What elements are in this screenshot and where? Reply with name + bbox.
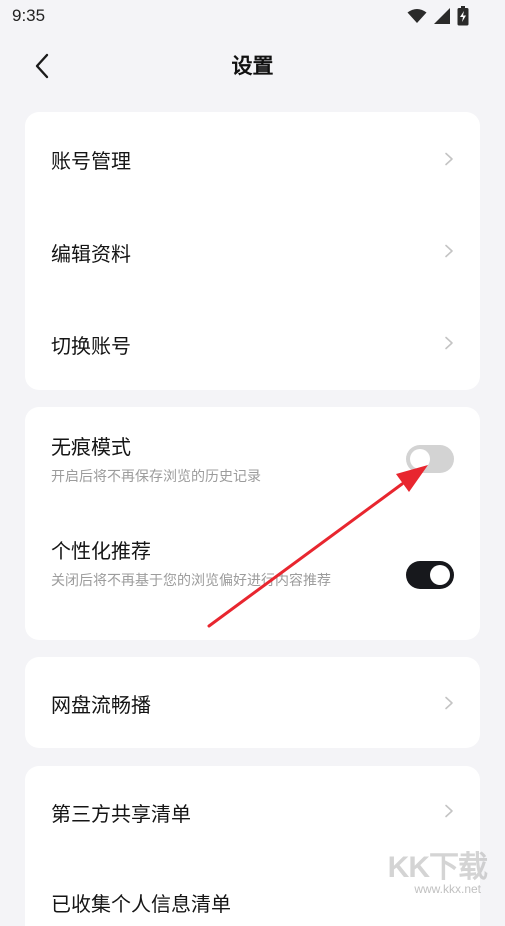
third-party-sharing-label: 第三方共享清单 <box>51 802 191 826</box>
battery-charging-icon <box>457 6 469 26</box>
watermark: KK下载 www.kkx.net <box>357 842 488 896</box>
watermark-logo: KK下载 <box>387 851 488 884</box>
account-management-label: 账号管理 <box>51 149 131 173</box>
chevron-right-icon <box>445 696 453 710</box>
incognito-mode-description: 开启后将不再保存浏览的历史记录 <box>51 469 261 485</box>
netdisk-smooth-play-row[interactable]: 网盘流畅播 <box>25 657 480 748</box>
personalized-recommendation-toggle[interactable] <box>406 561 454 589</box>
chevron-right-icon <box>445 244 453 258</box>
edit-profile-row[interactable]: 编辑资料 <box>25 206 480 298</box>
toggle-knob <box>430 565 450 585</box>
edit-profile-label: 编辑资料 <box>51 242 131 266</box>
personalized-recommendation-row: 个性化推荐 关闭后将不再基于您的浏览偏好进行内容推荐 <box>25 507 480 640</box>
personalized-recommendation-description: 关闭后将不再基于您的浏览偏好进行内容推荐 <box>51 573 331 589</box>
chevron-right-icon <box>445 152 453 166</box>
netdisk-smooth-play-label: 网盘流畅播 <box>51 693 151 717</box>
account-management-row[interactable]: 账号管理 <box>25 112 480 206</box>
incognito-mode-toggle[interactable] <box>406 445 454 473</box>
watermark-url: www.kkx.net <box>414 882 481 896</box>
switch-account-row[interactable]: 切换账号 <box>25 298 480 390</box>
chevron-right-icon <box>445 804 453 818</box>
navigation-bar: 设置 <box>0 34 505 98</box>
status-time: 9:35 <box>12 6 46 25</box>
page-title: 设置 <box>231 54 274 78</box>
status-bar: 9:35 <box>0 0 505 34</box>
account-section-card: 账号管理 编辑资料 切换账号 <box>25 112 480 390</box>
switch-account-label: 切换账号 <box>51 334 131 358</box>
chevron-right-icon <box>445 336 453 350</box>
collected-info-label: 已收集个人信息清单 <box>51 892 231 916</box>
status-icons <box>407 6 469 26</box>
toggle-knob <box>410 449 430 469</box>
personalized-recommendation-label: 个性化推荐 <box>51 539 151 563</box>
privacy-section-card: 无痕模式 开启后将不再保存浏览的历史记录 个性化推荐 关闭后将不再基于您的浏览偏… <box>25 407 480 640</box>
incognito-mode-row: 无痕模式 开启后将不再保存浏览的历史记录 <box>25 407 480 507</box>
netdisk-section-card: 网盘流畅播 <box>25 657 480 748</box>
signal-icon <box>434 8 450 24</box>
wifi-icon <box>407 9 427 23</box>
incognito-mode-label: 无痕模式 <box>51 435 131 459</box>
